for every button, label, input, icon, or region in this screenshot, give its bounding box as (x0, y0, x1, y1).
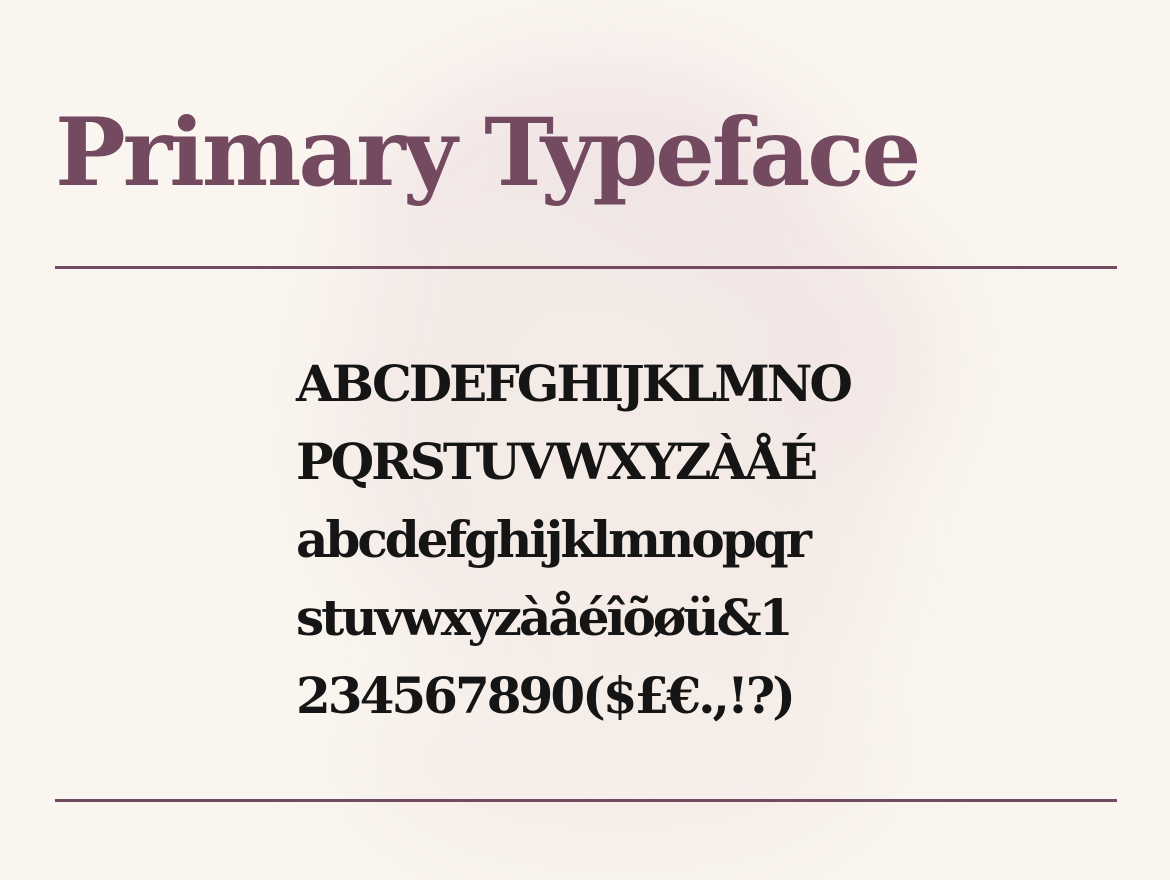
top-divider (55, 266, 1117, 269)
specimen-line-lowercase-1: abcdefghijklmnopqr (296, 510, 812, 569)
glyph-specimen: ABCDEFGHIJKLMNO PQRSTUVWXYZÀÅÉ abcdefghi… (296, 345, 853, 735)
specimen-line-uppercase-1: ABCDEFGHIJKLMNO (296, 354, 853, 413)
page-title: Primary Typeface (55, 98, 921, 208)
specimen-line-numerals-symbols: 234567890($£€.,!?) (296, 666, 796, 725)
specimen-line-lowercase-2: stuvwxyzàåéîõøü&1 (296, 588, 794, 647)
bottom-divider (55, 799, 1117, 802)
specimen-line-uppercase-2: PQRSTUVWXYZÀÅÉ (296, 432, 818, 491)
